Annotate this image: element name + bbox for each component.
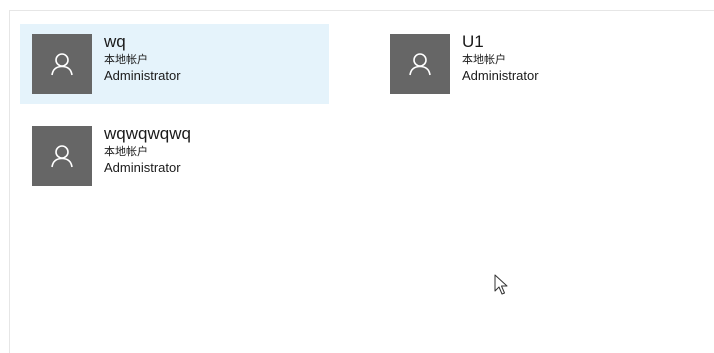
user-icon [51,53,73,76]
user-role: Administrator [104,68,181,83]
account-type: 本地帐户 [104,53,148,66]
user-role: Administrator [462,68,539,83]
user-name: wq [104,32,126,51]
user-icon [409,53,431,76]
avatar [32,34,92,94]
avatar [390,34,450,94]
avatar [32,126,92,186]
user-name: wqwqwqwq [104,124,191,143]
user-card-u1[interactable]: U1 本地帐户 Administrator [378,24,687,104]
user-card-wqwqwqwq[interactable]: wqwqwqwq 本地帐户 Administrator [20,116,329,196]
user-name: U1 [462,32,484,51]
user-icon [51,145,73,168]
user-card-wq[interactable]: wq 本地帐户 Administrator [20,24,329,104]
arrow-cursor-icon [494,274,508,295]
account-type: 本地帐户 [104,145,148,158]
user-list-panel: wq 本地帐户 Administrator U1 本地帐户 Administra… [9,10,714,353]
account-type: 本地帐户 [462,53,506,66]
user-role: Administrator [104,160,181,175]
